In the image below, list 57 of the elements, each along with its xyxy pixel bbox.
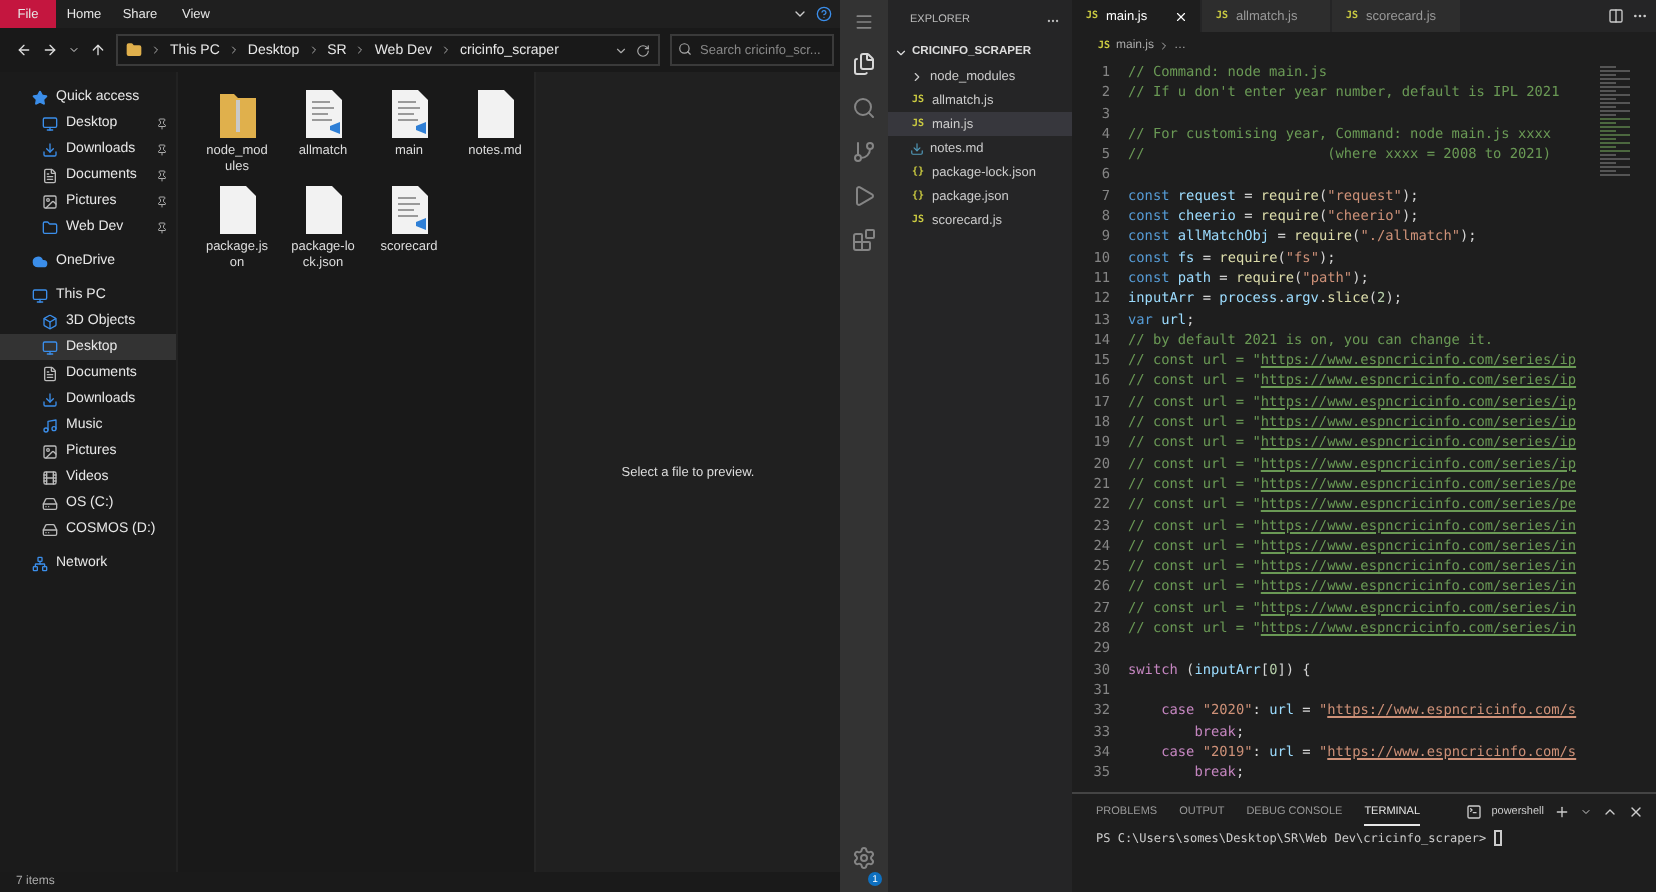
chevron-down-icon <box>894 45 908 59</box>
film-icon <box>42 469 58 485</box>
folder-icon <box>217 88 257 140</box>
chevron-right-icon <box>150 44 162 56</box>
terminal-icon <box>1465 804 1482 820</box>
terminal-cursor <box>1493 830 1502 846</box>
search-icon <box>678 42 692 56</box>
music-icon <box>42 417 58 433</box>
blank-file-icon <box>475 88 515 140</box>
drive-icon <box>42 521 58 537</box>
script-file-icon <box>389 184 429 236</box>
cloud-icon <box>32 253 48 269</box>
cube-icon <box>42 313 58 329</box>
monitor-icon <box>42 115 58 131</box>
download-icon <box>42 141 58 157</box>
chevron-right-icon <box>354 44 367 56</box>
chevron-down-icon[interactable] <box>68 44 80 56</box>
close-icon[interactable] <box>1628 804 1644 820</box>
chevron-right-icon <box>440 44 452 56</box>
split-editor-icon[interactable] <box>1608 8 1624 24</box>
chevron-right-icon <box>227 44 240 56</box>
computer-icon <box>32 287 48 303</box>
picture-icon <box>42 193 58 209</box>
script-file-icon <box>303 88 343 140</box>
monitor-icon <box>42 339 58 355</box>
picture-icon <box>42 443 58 459</box>
blank-file-icon <box>217 184 257 236</box>
files-icon[interactable] <box>852 52 876 76</box>
forward-icon[interactable] <box>42 42 58 58</box>
play-icon[interactable] <box>852 184 876 208</box>
up-icon[interactable] <box>90 42 106 58</box>
drive-icon <box>42 495 58 511</box>
chevron-right-icon <box>307 44 320 56</box>
search-icon[interactable] <box>852 96 876 120</box>
refresh-icon[interactable] <box>636 43 650 57</box>
plus-icon[interactable] <box>1554 804 1570 820</box>
menu-icon[interactable] <box>854 12 874 32</box>
arrow-down-icon <box>910 141 924 155</box>
branch-icon[interactable] <box>852 140 876 164</box>
chevron-up-icon[interactable] <box>1602 804 1618 820</box>
chevron-right-icon <box>910 69 924 83</box>
network-icon <box>32 555 48 571</box>
script-file-icon <box>389 88 429 140</box>
chevron-right-icon <box>1158 39 1171 51</box>
download-icon <box>42 391 58 407</box>
blank-file-icon <box>303 184 343 236</box>
blocks-icon[interactable] <box>852 228 876 252</box>
star-icon <box>32 89 48 105</box>
settings-icon[interactable] <box>852 846 876 870</box>
folder-icon <box>42 219 58 235</box>
folder-icon <box>126 42 142 58</box>
chevron-down-icon[interactable] <box>792 6 808 22</box>
help-icon[interactable] <box>816 6 832 22</box>
back-icon[interactable] <box>16 42 32 58</box>
chevron-down-icon[interactable] <box>614 43 628 57</box>
document-icon <box>42 365 58 381</box>
document-icon <box>42 167 58 183</box>
